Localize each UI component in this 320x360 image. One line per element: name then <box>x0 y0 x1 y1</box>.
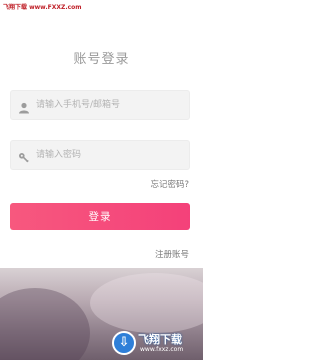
register-link[interactable]: 注册账号 <box>155 248 189 260</box>
password-field[interactable] <box>10 140 190 170</box>
watermark-logo: ⇩ 飞翔下载 www.fxxz.com <box>112 331 200 357</box>
user-icon <box>18 99 30 114</box>
phone-input[interactable] <box>36 91 186 119</box>
download-logo-icon: ⇩ <box>112 331 136 355</box>
login-button[interactable]: 登录 <box>10 203 190 230</box>
watermark-top-text: 飞翔下载 www.FXXZ.com <box>3 4 82 11</box>
page-title: 账号登录 <box>73 52 130 67</box>
key-icon <box>18 149 30 163</box>
password-input[interactable] <box>36 141 186 169</box>
forgot-password-link[interactable]: 忘记密码? <box>150 178 189 190</box>
watermark-logo-title: 飞翔下载 <box>138 333 182 346</box>
watermark-logo-url: www.fxxz.com <box>140 346 184 353</box>
phone-field[interactable] <box>10 90 190 120</box>
login-card: 账号登录 忘记密码? 登录 注册账号 <box>0 0 203 268</box>
